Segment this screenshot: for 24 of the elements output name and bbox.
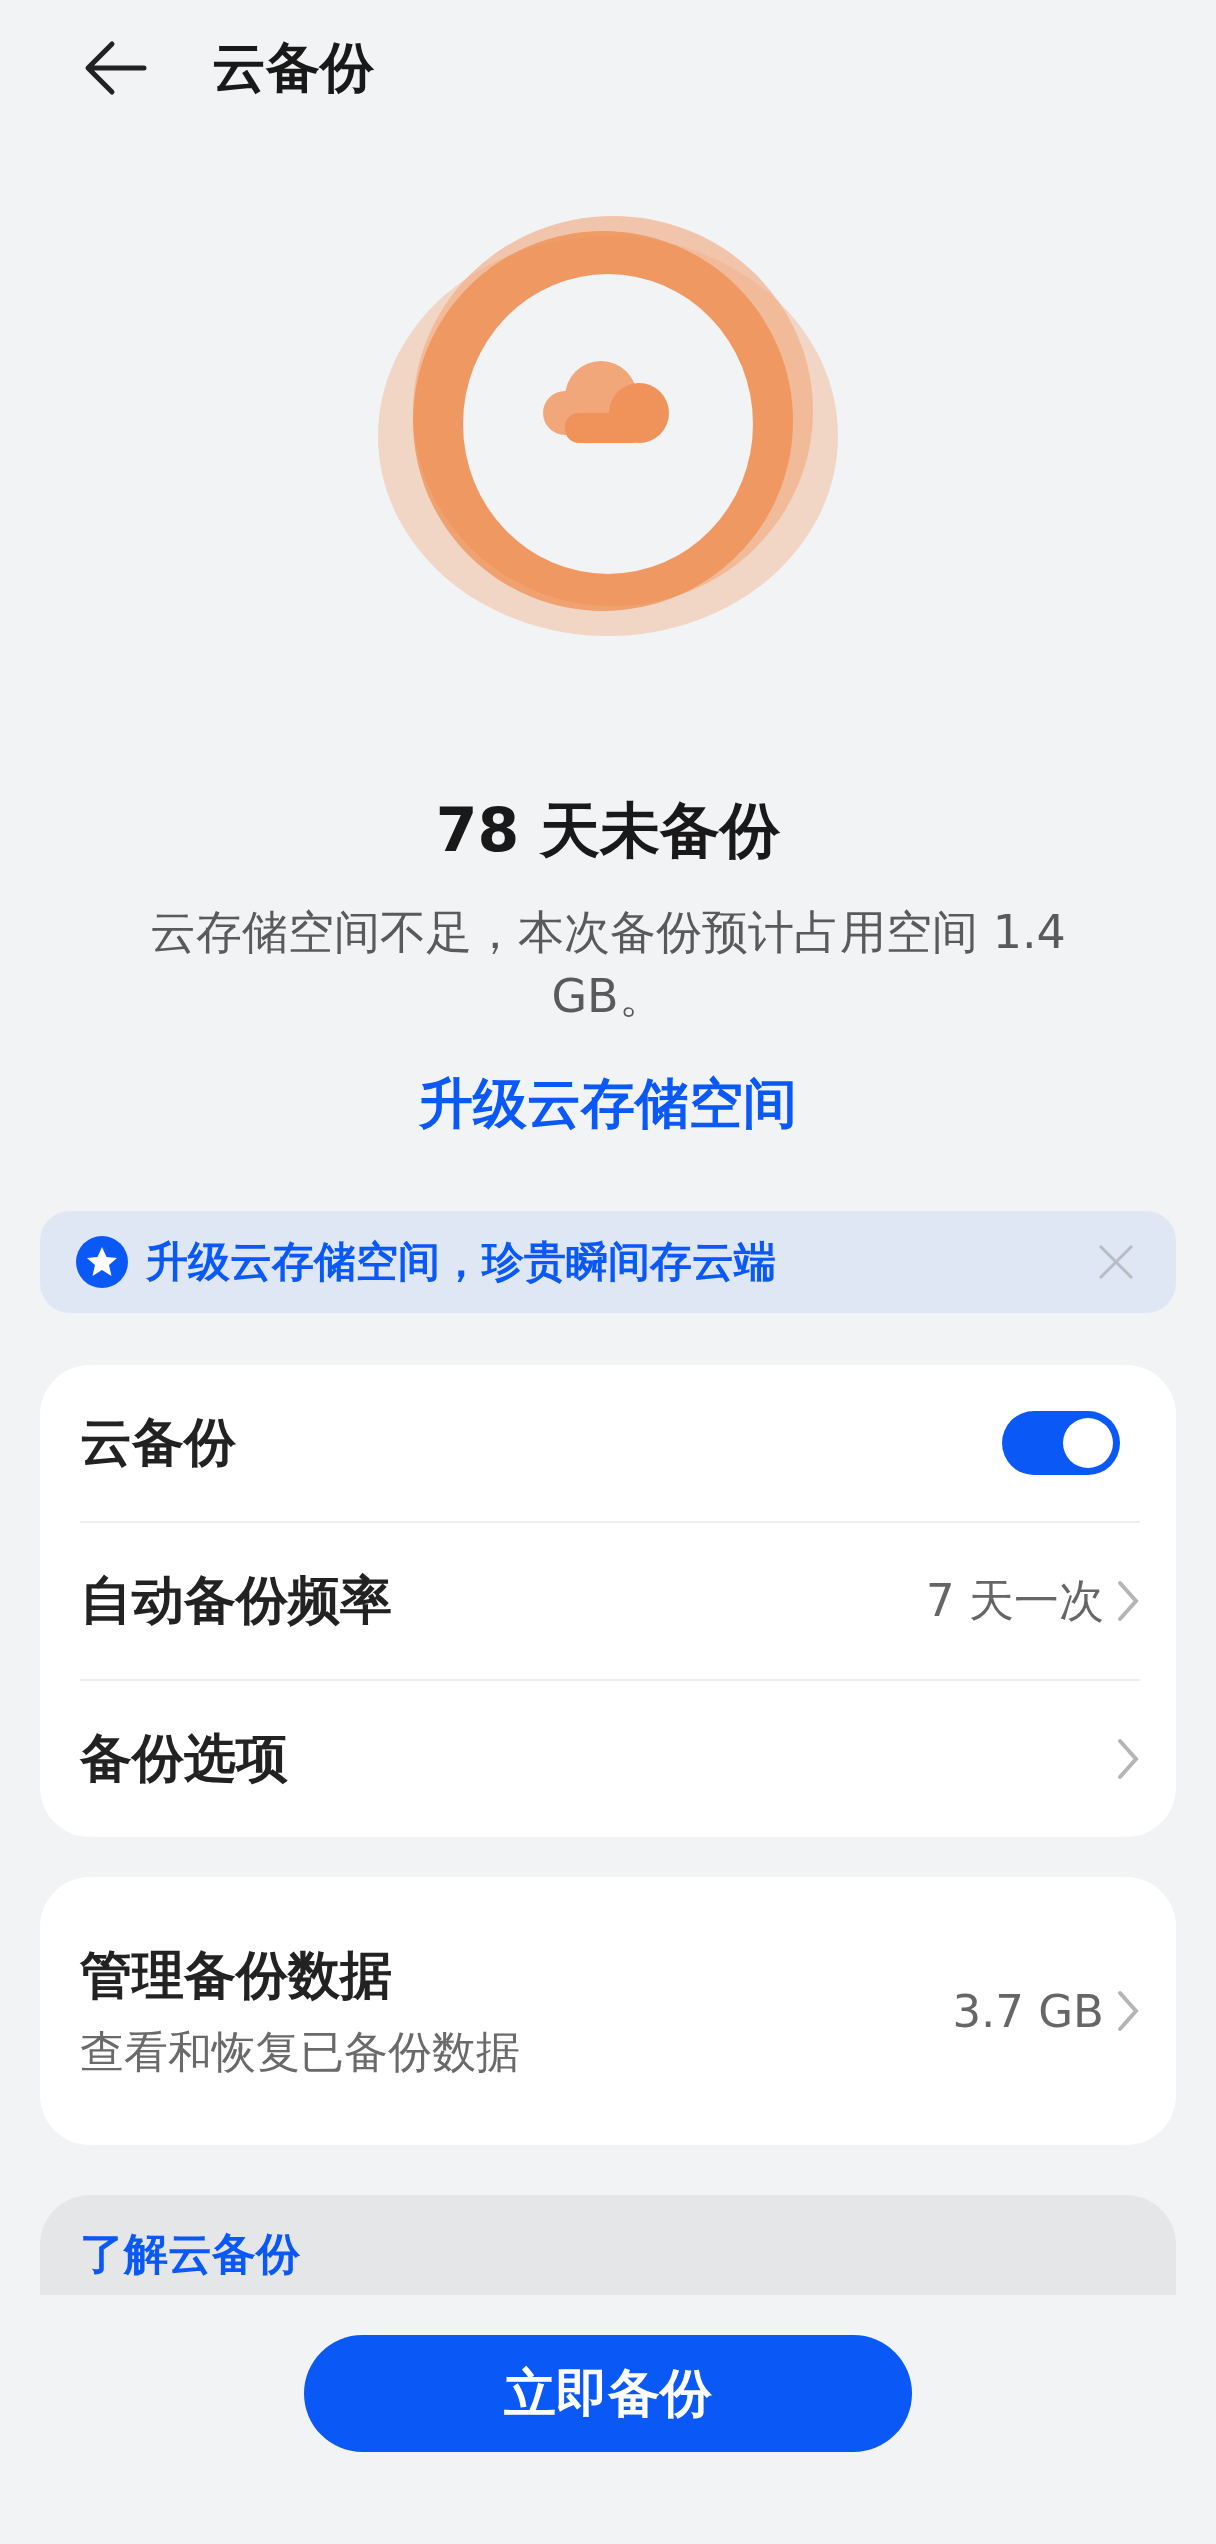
upgrade-storage-link[interactable]: 升级云存储空间: [419, 1068, 797, 1141]
card-title: 管理备份数据: [80, 1943, 393, 2007]
backup-now-button[interactable]: 立即备份: [304, 2335, 912, 2452]
close-icon: [1096, 1242, 1136, 1282]
setting-row[interactable]: 备份选项: [80, 1679, 1140, 1837]
page-title: 云备份: [212, 34, 374, 101]
chevron-right-icon: [1116, 1737, 1140, 1781]
info-card[interactable]: 了解云备份: [40, 2195, 1176, 2295]
back-arrow-icon: [84, 40, 148, 96]
star-badge-icon: [76, 1236, 128, 1288]
setting-label: 自动备份频率: [80, 1569, 393, 1632]
chevron-right-icon: [1116, 1579, 1140, 1623]
setting-value: 7 天一次: [926, 1573, 1104, 1629]
chevron-right-icon: [1116, 1989, 1140, 2033]
banner-text: 升级云存储空间，珍贵瞬间存云端: [146, 1236, 777, 1288]
backup-status-heading: 78 天未备份: [434, 794, 782, 867]
info-card-title: 了解云备份: [80, 2228, 300, 2279]
storage-warning-text: 云存储空间不足，本次备份预计占用空间 1.4 GB。: [149, 904, 1067, 1025]
card-subtitle: 查看和恢复已备份数据: [80, 2024, 521, 2079]
setting-label: 备份选项: [80, 1727, 289, 1790]
setting-label: 云备份: [80, 1411, 237, 1474]
backup-data-card[interactable]: 管理备份数据 查看和恢复已备份数据 3.7 GB: [40, 1877, 1176, 2145]
setting-row[interactable]: 自动备份频率 7 天一次: [80, 1521, 1140, 1679]
data-size: 3.7 GB: [952, 1984, 1104, 2038]
